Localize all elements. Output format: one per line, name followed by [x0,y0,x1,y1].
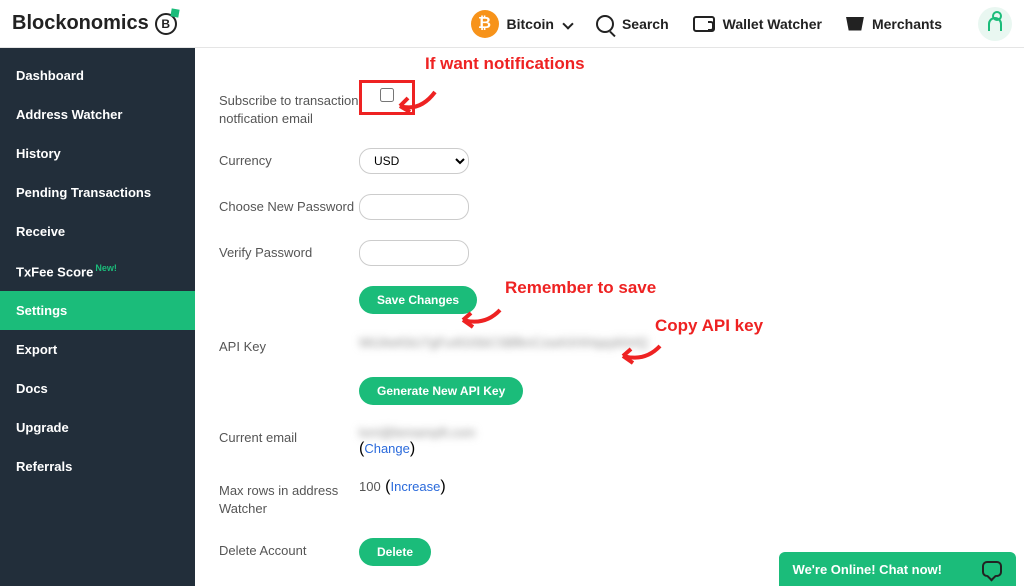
increase-link[interactable]: Increase [390,479,440,494]
generate-api-key-button[interactable]: Generate New API Key [359,377,523,405]
new-password-input[interactable] [359,194,469,220]
top-nav: ₿ Bitcoin Search Wallet Watcher Merchant… [471,7,1013,41]
save-changes-button[interactable]: Save Changes [359,286,477,314]
verify-password-input[interactable] [359,240,469,266]
brand-badge-icon: B [155,13,177,35]
sidebar: Dashboard Address Watcher History Pendin… [0,48,195,586]
currency-label: Currency [219,148,359,170]
chevron-down-icon [562,18,573,29]
subscribe-checkbox[interactable] [380,88,394,102]
sidebar-item-label: Upgrade [16,420,69,435]
sidebar-item-label: Receive [16,224,65,239]
current-email-label: Current email [219,425,359,447]
brand-logo[interactable]: Blockonomics B [12,12,177,35]
nav-merchants-label: Merchants [872,16,942,32]
sidebar-item-label: Export [16,342,57,357]
bitcoin-icon: ₿ [471,10,499,38]
currency-select[interactable]: USD [359,148,469,174]
sidebar-item-settings[interactable]: Settings [0,291,195,330]
sidebar-item-receive[interactable]: Receive [0,212,195,251]
wallet-icon [693,16,715,32]
sidebar-item-label: Dashboard [16,68,84,83]
max-rows-label: Max rows in address Watcher [219,478,359,518]
change-email-wrap: (Change) [359,440,415,457]
nav-wallet-label: Wallet Watcher [723,16,822,32]
brand-text: Blockonomics [12,12,149,35]
max-rows-value: 100 [359,479,381,494]
search-icon [596,15,614,33]
sidebar-item-label: TxFee Score [16,264,93,279]
chat-bubble-icon [982,561,1002,577]
sidebar-item-label: Address Watcher [16,107,122,122]
delete-account-label: Delete Account [219,538,359,560]
new-badge: New! [95,263,117,273]
nav-search[interactable]: Search [596,15,669,33]
new-password-label: Choose New Password [219,194,359,216]
user-menu[interactable] [978,7,1012,41]
topbar: Blockonomics B ₿ Bitcoin Search Wallet W… [0,0,1024,48]
nav-search-label: Search [622,16,669,32]
delete-account-button[interactable]: Delete [359,538,431,566]
sidebar-item-label: Docs [16,381,48,396]
annotation-notifications: If want notifications [425,54,585,74]
annotation-box-subscribe [359,80,415,115]
sidebar-item-address-watcher[interactable]: Address Watcher [0,95,195,134]
chat-widget[interactable]: We're Online! Chat now! [779,552,1016,586]
nav-bitcoin-label: Bitcoin [507,16,554,32]
increase-wrap: (Increase) [385,478,446,495]
cart-icon [846,17,864,31]
sidebar-item-pending-transactions[interactable]: Pending Transactions [0,173,195,212]
sidebar-item-label: History [16,146,61,161]
chat-text: We're Online! Chat now! [793,562,942,577]
sidebar-item-docs[interactable]: Docs [0,369,195,408]
subscribe-label: Subscribe to transaction notfication ema… [219,88,359,128]
sidebar-item-dashboard[interactable]: Dashboard [0,56,195,95]
nav-bitcoin[interactable]: ₿ Bitcoin [471,10,572,38]
verify-password-label: Verify Password [219,240,359,262]
sidebar-item-export[interactable]: Export [0,330,195,369]
sidebar-item-txfee-score[interactable]: TxFee ScoreNew! [0,251,195,291]
current-email-value: lorri@lemampft.com [359,425,476,440]
settings-content: Subscribe to transaction notfication ema… [195,48,1024,586]
change-email-link[interactable]: Change [364,441,410,456]
api-key-value: WtJAeKbU7gFu4GiSbCSBfknCzwAXHHqaykhHQ [359,335,648,350]
nav-wallet-watcher[interactable]: Wallet Watcher [693,16,822,32]
sidebar-item-label: Pending Transactions [16,185,151,200]
sidebar-item-upgrade[interactable]: Upgrade [0,408,195,447]
user-icon [988,17,1002,31]
sidebar-item-referrals[interactable]: Referrals [0,447,195,486]
nav-merchants[interactable]: Merchants [846,16,942,32]
sidebar-item-history[interactable]: History [0,134,195,173]
sidebar-item-label: Referrals [16,459,72,474]
api-key-label: API Key [219,334,359,356]
sidebar-item-label: Settings [16,303,67,318]
